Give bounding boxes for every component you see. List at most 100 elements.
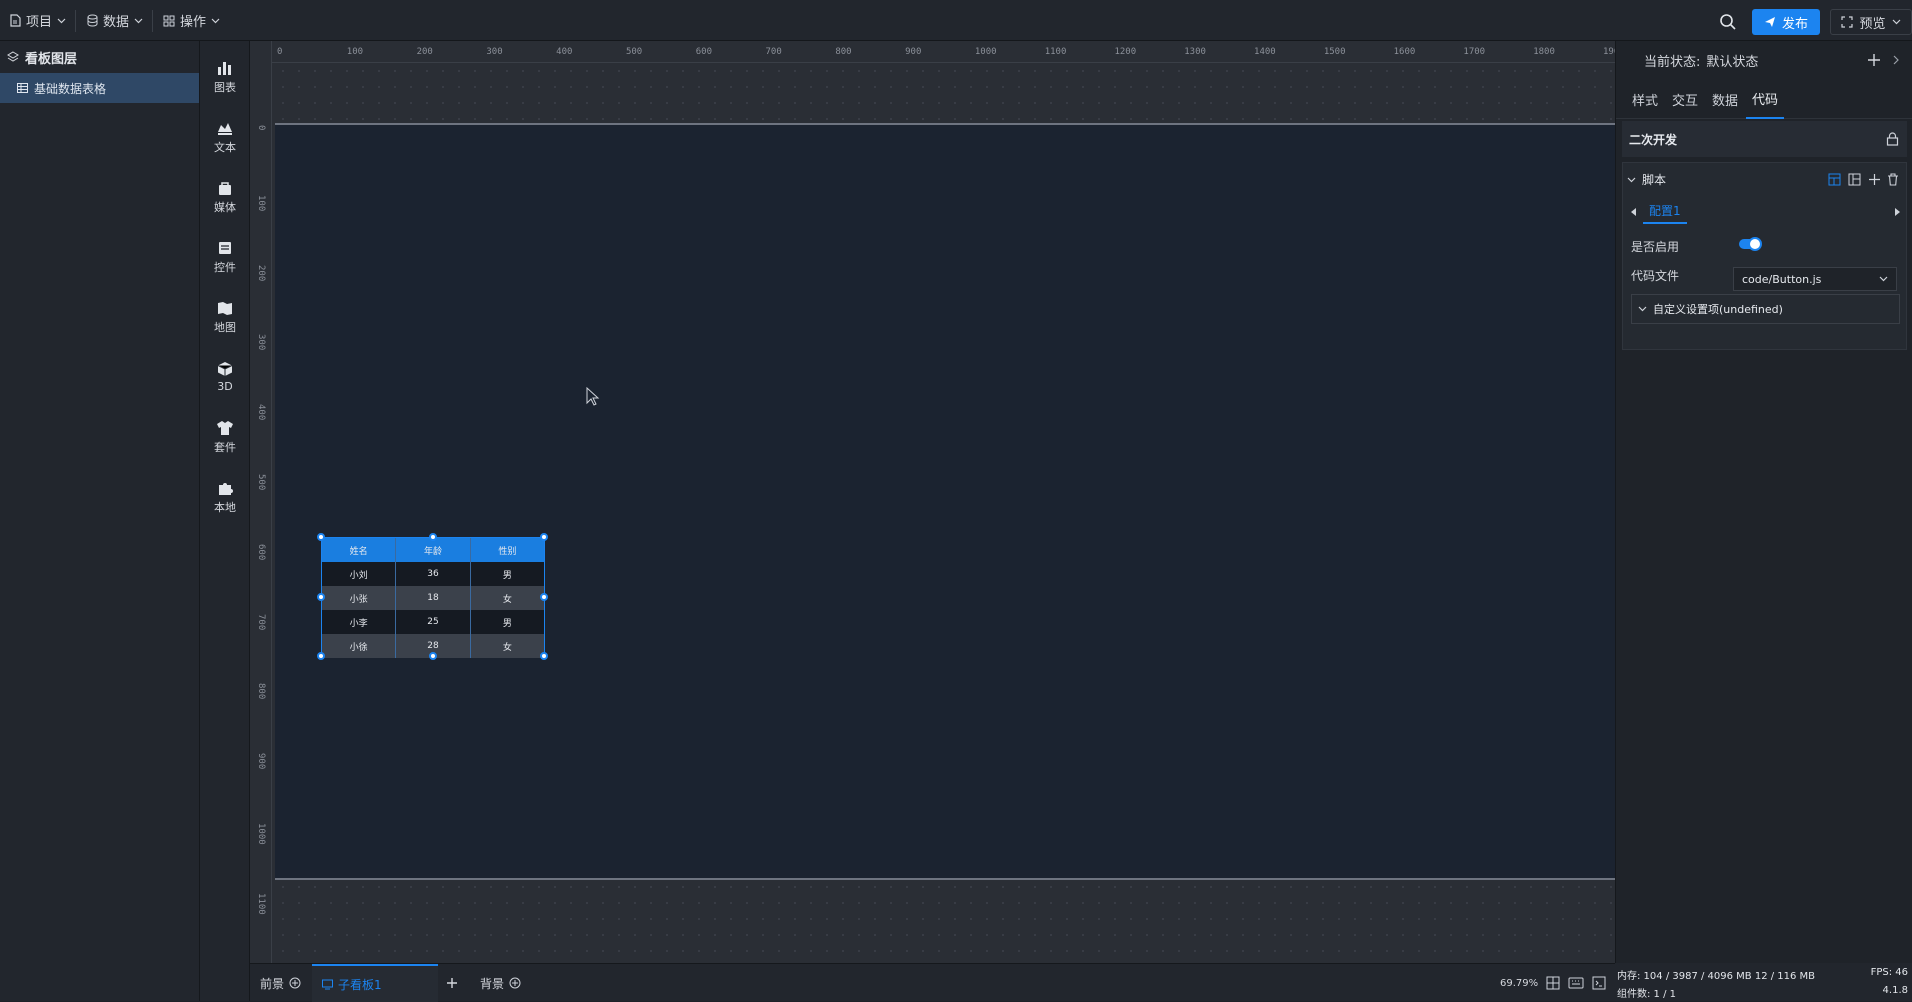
ruler-tick-label: 1200: [1114, 47, 1137, 57]
zoom-level[interactable]: 69.79%: [1500, 964, 1538, 1002]
ruler-tick-label: 1400: [1254, 47, 1276, 57]
keyboard-icon[interactable]: [1568, 964, 1584, 1002]
resize-handle-nw[interactable]: [317, 533, 325, 541]
dashboard-board[interactable]: 姓名 年龄 性别 小刘 36 男 小张 18 女 小李 25 男 小徐 28 女: [275, 123, 1615, 880]
ruler-tick-label: 300: [256, 334, 266, 351]
ruler-tick-label: 1000: [974, 47, 997, 57]
comp-widget[interactable]: 控件: [200, 231, 250, 283]
code-file-value: code/Button.js: [1742, 272, 1822, 286]
data-menu[interactable]: 数据: [87, 0, 143, 41]
chevron-down-icon: [57, 18, 66, 23]
ruler-tick-label: 1700: [1463, 47, 1486, 57]
add-circle-icon[interactable]: [289, 977, 301, 989]
comp-chart[interactable]: 图表: [200, 51, 250, 103]
ruler-tick-label: 200: [256, 264, 266, 281]
comp-map[interactable]: 地图: [200, 291, 250, 343]
toggle-knob: [1748, 237, 1762, 251]
terminal-icon[interactable]: [1592, 964, 1606, 1002]
comp-media-label: 媒体: [214, 200, 236, 214]
ruler-tick-label: 900: [905, 47, 922, 57]
preview-label: 预览: [1859, 16, 1886, 32]
ruler-tick-label: 100: [346, 47, 364, 57]
search-icon[interactable]: [1719, 13, 1737, 31]
tab-style[interactable]: 样式: [1632, 79, 1658, 119]
add-board-button[interactable]: [446, 964, 458, 1002]
layers-title: 看板图层: [25, 51, 78, 67]
ruler-tick-label: 900: [256, 753, 266, 770]
ruler-tick-label: 1300: [1184, 47, 1206, 57]
resize-handle-se[interactable]: [540, 652, 548, 660]
resize-handle-n[interactable]: [429, 533, 437, 541]
layer-item-table[interactable]: 基础数据表格: [0, 73, 199, 103]
comp-media[interactable]: 媒体: [200, 171, 250, 223]
vertical-ruler[interactable]: 0100200300400500600700800900100011001200: [250, 41, 272, 963]
fit-screen-icon[interactable]: [1546, 964, 1560, 1002]
tab-code[interactable]: 代码: [1746, 79, 1785, 119]
plus-icon[interactable]: [1868, 173, 1881, 186]
table-row: 小李 25 男: [322, 610, 544, 634]
add-circle-icon[interactable]: [509, 977, 521, 989]
table-cell: 36: [396, 562, 471, 586]
data-table-widget[interactable]: 姓名 年龄 性别 小刘 36 男 小张 18 女 小李 25 男 小徐 28 女: [317, 533, 548, 660]
code-file-select[interactable]: code/Button.js: [1733, 267, 1897, 291]
operations-menu[interactable]: 操作: [163, 0, 220, 41]
subboard-tab[interactable]: 子看板1: [312, 964, 438, 1002]
enabled-label: 是否启用: [1631, 240, 1680, 254]
comp-kit-label: 套件: [214, 440, 236, 454]
publish-button[interactable]: 发布: [1752, 9, 1820, 35]
send-icon: [1764, 17, 1775, 27]
table-cell: 小徐: [322, 634, 397, 658]
table-cell: 男: [502, 618, 512, 629]
layout-icon[interactable]: [1828, 173, 1841, 186]
tab-interaction[interactable]: 交互: [1672, 79, 1698, 119]
table-header-cell: 性别: [498, 546, 517, 557]
script-panel: 脚本 配置1 是否启用 代码文件 code/Button.js 自定义设置项(u…: [1622, 162, 1907, 350]
comp-kit[interactable]: 套件: [200, 411, 250, 463]
ruler-tick-label: 1500: [1323, 47, 1346, 57]
table-header-cell: 姓名: [322, 538, 397, 562]
chevron-right-icon[interactable]: [1892, 55, 1900, 65]
ruler-tick-label: 1800: [1533, 47, 1555, 57]
table-cell: 25: [396, 610, 471, 634]
ruler-tick-label: 500: [625, 47, 643, 57]
add-state-icon[interactable]: [1867, 53, 1881, 67]
table-header-cell: 年龄: [396, 538, 471, 562]
resize-handle-sw[interactable]: [317, 652, 325, 660]
chevron-down-icon: [1879, 276, 1888, 282]
component-library: 图表 文本 媒体 控件 地图 3D 套件 本地: [200, 41, 250, 1001]
tab-prev-icon[interactable]: [1631, 208, 1637, 216]
layers-panel: 看板图层 基础数据表格: [0, 41, 200, 1001]
mouse-cursor-icon: [586, 387, 600, 406]
canvas-area[interactable]: 姓名 年龄 性别 小刘 36 男 小张 18 女 小李 25 男 小徐 28 女…: [250, 41, 1615, 963]
custom-settings-group[interactable]: 自定义设置项(undefined): [1631, 294, 1900, 324]
enabled-toggle[interactable]: [1739, 237, 1762, 251]
resize-handle-w[interactable]: [317, 593, 325, 601]
resize-handle-e[interactable]: [540, 593, 548, 601]
ruler-tick-label: 600: [695, 47, 712, 57]
lock-icon[interactable]: [1886, 132, 1899, 146]
project-menu[interactable]: 项目: [9, 0, 66, 41]
comp-local[interactable]: 本地: [200, 471, 250, 523]
horizontal-ruler[interactable]: 0 100 200 300 400 500 600 700 800 900 1000 1100 1200…: [250, 41, 1615, 63]
preview-button[interactable]: 预览: [1830, 9, 1912, 35]
comp-3d[interactable]: 3D: [200, 351, 250, 403]
tab-data[interactable]: 数据: [1712, 79, 1738, 119]
publish-label: 发布: [1781, 16, 1808, 32]
media-icon: [219, 181, 231, 195]
ruler-tick-label: 1100: [256, 892, 266, 915]
resize-handle-ne[interactable]: [540, 533, 548, 541]
background-tab[interactable]: 背景: [480, 964, 521, 1002]
state-value[interactable]: 默认状态: [1706, 51, 1758, 70]
comp-text[interactable]: 文本: [200, 111, 250, 163]
script-header[interactable]: 脚本: [1627, 171, 1666, 188]
map-icon: [218, 301, 232, 315]
trash-icon[interactable]: [1887, 173, 1899, 186]
chevron-down-icon: [1627, 177, 1636, 182]
tab-next-icon[interactable]: [1894, 208, 1900, 216]
menu-divider: [152, 10, 153, 32]
resize-handle-s[interactable]: [429, 652, 437, 660]
foreground-tab[interactable]: 前景: [260, 964, 301, 1002]
ruler-tick-label: 700: [256, 613, 266, 630]
split-view-icon[interactable]: [1848, 173, 1861, 186]
config-tab[interactable]: 配置1: [1643, 198, 1687, 224]
